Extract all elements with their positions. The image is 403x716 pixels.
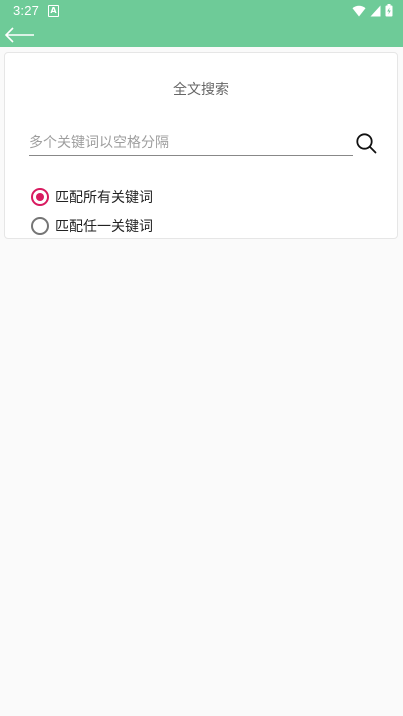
- radio-button[interactable]: [31, 217, 49, 235]
- wifi-icon: [352, 5, 366, 16]
- radio-match-any[interactable]: 匹配任一关键词: [31, 216, 153, 236]
- status-time: 3:27: [13, 3, 40, 18]
- arrow-left-icon[interactable]: [4, 26, 36, 44]
- radio-button[interactable]: [31, 188, 49, 206]
- page-title: 全文搜索: [173, 82, 229, 98]
- status-icons: [352, 4, 393, 17]
- radio-label: 匹配所有关键词: [55, 190, 153, 206]
- status-bar: 3:27 A: [0, 0, 403, 22]
- toolbar: [0, 22, 403, 47]
- radio-match-all[interactable]: 匹配所有关键词: [31, 187, 153, 207]
- radio-label: 匹配任一关键词: [55, 219, 153, 235]
- battery-icon: [385, 4, 393, 17]
- search-input[interactable]: [29, 131, 353, 156]
- a-icon: A: [48, 5, 59, 17]
- search-icon[interactable]: [355, 132, 377, 154]
- signal-icon: [370, 5, 381, 16]
- search-card: 全文搜索 匹配所有关键词 匹配任一关键词: [4, 52, 398, 239]
